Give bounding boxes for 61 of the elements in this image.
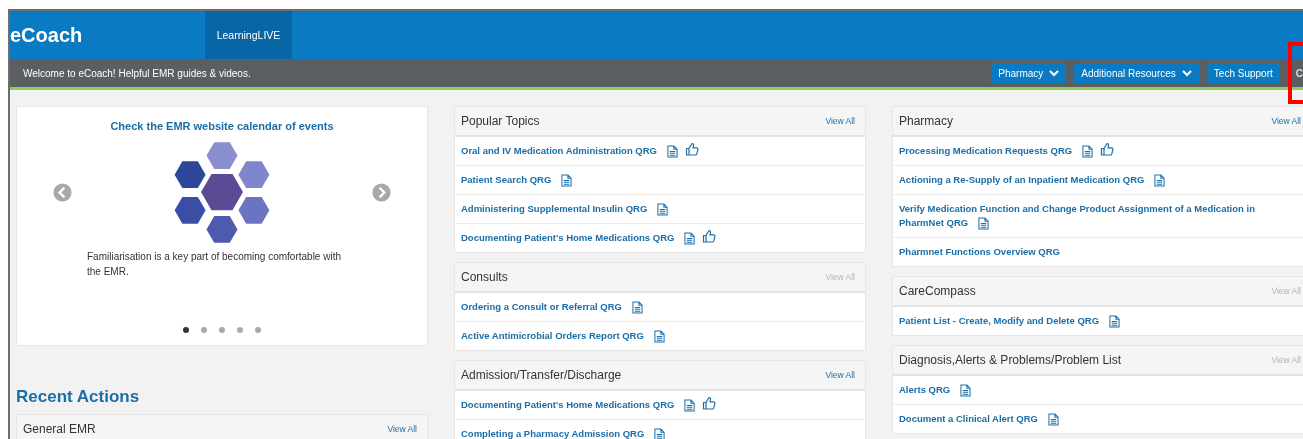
carousel-dot[interactable] <box>255 327 261 333</box>
welcome-text: Welcome to eCoach! Helpful EMR guides & videos. <box>22 67 252 79</box>
panel-title: Popular Topics <box>461 114 540 128</box>
view-all-link[interactable]: View All <box>825 116 855 126</box>
topic-link[interactable]: Completing a Pharmacy Admission QRG <box>461 427 666 439</box>
chevron-down-icon <box>1181 69 1192 77</box>
panel-title: Pharmacy <box>899 114 954 128</box>
topic-link[interactable]: Active Antimicrobial Orders Report QRG <box>461 329 665 343</box>
nav-button[interactable]: Tech Support <box>1206 63 1280 83</box>
document-icon[interactable] <box>653 330 665 343</box>
document-icon[interactable] <box>960 384 972 397</box>
thumbs-up-icon[interactable] <box>685 142 699 157</box>
document-icon[interactable] <box>1109 315 1121 328</box>
panel-title: CareCompass <box>899 284 976 298</box>
topic-link[interactable]: Oral and IV Medication Administration QRG <box>461 144 699 158</box>
topic-link[interactable]: Administering Supplemental Insulin QRG <box>461 202 669 216</box>
topic-link[interactable]: Document a Clinical Alert QRG <box>899 412 1059 426</box>
topic-link[interactable]: Documenting Patient's Home Medications QRG <box>461 231 717 245</box>
carousel-dot[interactable] <box>219 327 225 333</box>
thumbs-up-icon[interactable] <box>702 396 717 411</box>
topic-link[interactable]: Alerts QRG <box>899 383 972 397</box>
document-icon[interactable] <box>654 428 666 439</box>
view-all-link[interactable]: View All <box>1271 116 1301 126</box>
document-icon[interactable] <box>667 145 678 158</box>
view-all-link[interactable]: View All <box>387 424 417 434</box>
document-icon[interactable] <box>1082 145 1094 158</box>
nav-button[interactable]: C <box>1287 63 1303 83</box>
panel-title: Consults <box>461 270 508 284</box>
thumbs-up-icon[interactable] <box>702 229 717 244</box>
document-icon[interactable] <box>684 399 696 412</box>
view-all-link[interactable]: View All <box>825 370 855 380</box>
chevron-down-icon <box>1049 69 1060 77</box>
topic-link[interactable]: Verify Medication Function and Change Product Assignment of a Medication in PharmNet QRG <box>899 202 1274 230</box>
carousel-heading[interactable]: Check the EMR website calendar of events <box>110 120 334 132</box>
document-icon[interactable] <box>657 203 669 216</box>
topic-link[interactable]: Patient List - Create, Modify and Delete QRG <box>899 314 1121 328</box>
carousel-dot[interactable] <box>183 327 189 333</box>
document-icon[interactable] <box>978 217 990 230</box>
panel-title: Diagnosis,Alerts & Problems/Problem List <box>899 353 1122 367</box>
document-icon[interactable] <box>632 301 643 314</box>
document-icon[interactable] <box>561 174 573 187</box>
app-title: eCoach <box>10 22 84 48</box>
carousel-dot[interactable] <box>237 327 243 333</box>
nav-tab[interactable]: LearningLIVE <box>205 11 292 59</box>
carousel-caption: Familiarisation is a key part of becoming comfortable with the EMR. <box>87 250 342 279</box>
document-icon[interactable] <box>1048 413 1059 426</box>
topic-link[interactable]: Pharmnet Functions Overview QRG <box>899 245 1060 259</box>
thumbs-up-icon[interactable] <box>1100 142 1115 157</box>
section-title: Recent Actions <box>16 387 141 407</box>
carousel-dot[interactable] <box>201 327 207 333</box>
topic-link[interactable]: Documenting Patient's Home Medications QRG <box>461 398 717 412</box>
topic-link[interactable]: Actioning a Re-Supply of an Inpatient Medication QRG <box>899 173 1166 187</box>
nav-button[interactable]: Additional Resources <box>1074 63 1199 83</box>
topic-link[interactable]: Processing Medication Requests QRG <box>899 144 1115 158</box>
topic-link[interactable]: Patient Search QRG <box>461 173 573 187</box>
panel-title: Admission/Transfer/Discharge <box>461 368 622 382</box>
nav-button[interactable]: Pharmacy <box>991 63 1067 83</box>
panel-title: General EMR <box>23 422 96 436</box>
document-icon[interactable] <box>1154 174 1166 187</box>
document-icon[interactable] <box>684 232 696 245</box>
topic-link[interactable]: Ordering a Consult or Referral QRG <box>461 300 643 314</box>
